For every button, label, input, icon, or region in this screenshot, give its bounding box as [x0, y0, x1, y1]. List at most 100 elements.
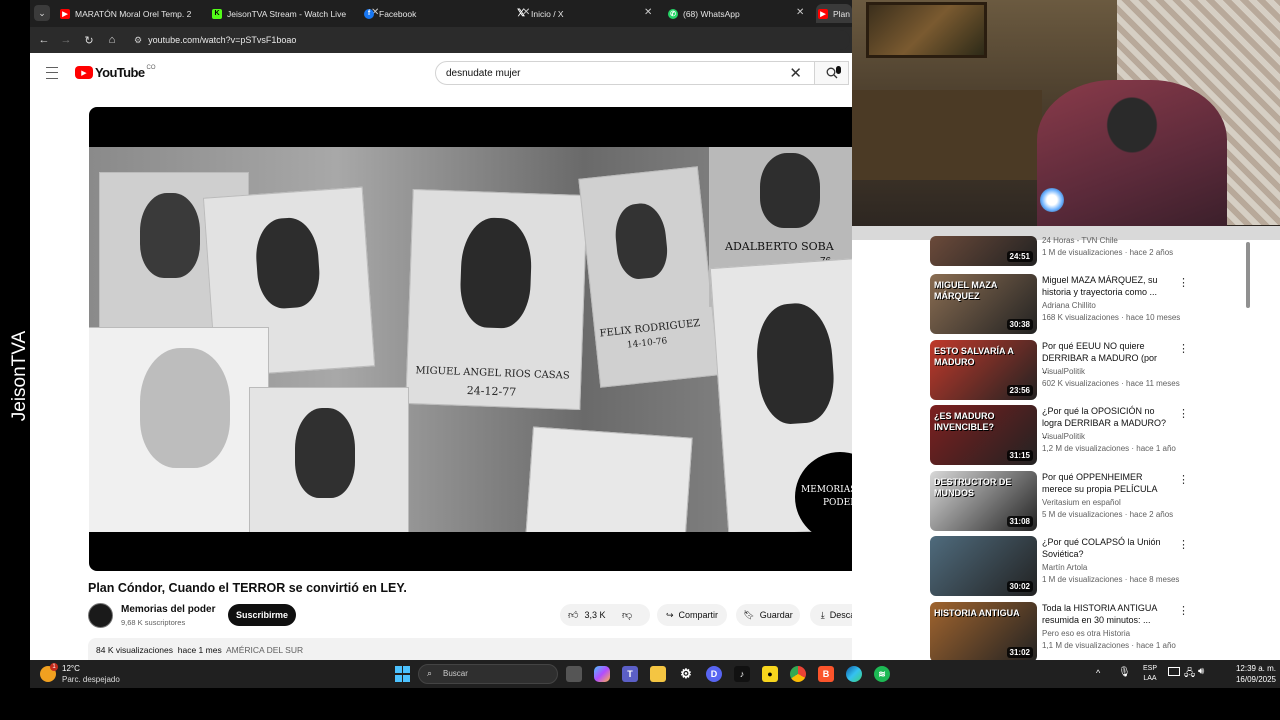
settings-icon[interactable]: ⚙	[678, 666, 694, 682]
streamer	[1037, 80, 1227, 230]
recommended-video[interactable]: 30:02 ¿Por qué COLAPSÓ la Unión Soviética…	[930, 536, 1190, 596]
address-bar[interactable]: ⚙ youtube.com/watch?v=pSTvsF1boao	[130, 30, 850, 50]
copilot-icon[interactable]	[594, 666, 610, 682]
video-duration: 30:02	[1006, 581, 1033, 592]
tab-jeisontva-stream[interactable]: K JeisonTVA Stream - Watch Live	[210, 4, 360, 23]
tab-facebook[interactable]: f Facebook	[362, 4, 512, 23]
task-view-icon[interactable]	[566, 666, 582, 682]
tab-x[interactable]: 𝕏 Inicio / X	[514, 4, 664, 23]
video-thumbnail[interactable]: DESTRUCTOR DE MUNDOS 31:08	[930, 471, 1037, 531]
dislike-button[interactable]: 👎︎	[622, 604, 632, 626]
windows-start-icon[interactable]	[394, 666, 410, 682]
channel-avatar[interactable]	[88, 603, 113, 628]
recommended-channel[interactable]: Veritasium en español	[1042, 498, 1121, 507]
reload-icon[interactable]: ↻	[81, 32, 97, 48]
recommended-video[interactable]: HISTORIA ANTIGUA 31:02 Toda la HISTORIA AN…	[930, 602, 1190, 662]
taskbar-search-box[interactable]: ⌕ Buscar	[418, 664, 558, 684]
search-icon: ⌕	[427, 668, 433, 678]
recommended-video[interactable]: ¿ES MADURO INVENCIBLE? 31:15 ¿Por qué la O…	[930, 405, 1190, 465]
forward-arrow-icon[interactable]: →	[58, 32, 74, 48]
wall-painting	[866, 2, 987, 58]
more-options-icon[interactable]: ⋮	[1178, 538, 1189, 551]
tab-whatsapp[interactable]: ✆ (68) WhatsApp	[666, 4, 816, 23]
site-info-icon[interactable]: ⚙	[134, 35, 142, 46]
subscribe-button[interactable]: Suscribirme	[228, 604, 296, 626]
video-thumbnail[interactable]: HISTORIA ANTIGUA 31:02	[930, 602, 1037, 662]
tab-plan-condor[interactable]: ▶ Plan	[816, 4, 852, 23]
video-player[interactable]: MIGUEL ANGEL RIOS CASAS 24-12-77 FELIX R…	[89, 107, 852, 571]
video-tag[interactable]: AMÉRICA DEL SUR	[226, 645, 303, 655]
share-button[interactable]: ↪ Compartir	[657, 604, 727, 626]
youtube-icon: ▶	[60, 8, 70, 19]
recommended-channel[interactable]: VisualPolitik	[1042, 367, 1085, 376]
recommended-channel[interactable]: Adriana Chillito	[1042, 301, 1096, 310]
tray-overflow-icon[interactable]: ^	[1096, 668, 1100, 678]
recommended-channel[interactable]: 24 Horas - TVN Chile	[1042, 236, 1118, 245]
recommended-video-title[interactable]: Toda la HISTORIA ANTIGUA resumida en 30 …	[1042, 602, 1167, 626]
recommended-video[interactable]: ESTO SALVARÍA A MADURO 23:56 Por qué EEUU …	[930, 340, 1190, 400]
recommended-video-title[interactable]: Por qué OPPENHEIMER merece su propia PEL…	[1042, 471, 1167, 495]
desk-lamp	[1040, 188, 1064, 212]
teams-icon[interactable]: T	[622, 666, 638, 682]
recommended-meta: 1 M de visualizaciones · hace 8 meses	[1042, 575, 1180, 584]
thumbnail-text: HISTORIA ANTIGUA	[934, 608, 1020, 618]
download-button[interactable]: ⤓ Descargar	[810, 604, 852, 626]
file-explorer-icon[interactable]	[650, 666, 666, 682]
more-options-icon[interactable]: ⋮	[1178, 473, 1189, 486]
video-thumbnail[interactable]: MIGUEL MAZA MÁRQUEZ 30:38	[930, 274, 1037, 334]
more-options-icon[interactable]: ⋮	[1178, 407, 1189, 420]
more-options-icon[interactable]: ⋮	[1178, 604, 1189, 617]
recommended-meta: 1,2 M de visualizaciones · hace 1 año	[1042, 444, 1176, 453]
spotify-icon[interactable]: ≋	[874, 666, 890, 682]
more-options-icon[interactable]: ⋮	[1178, 342, 1189, 355]
recommended-video[interactable]: DESTRUCTOR DE MUNDOS 31:08 Por qué OPPENHE…	[930, 471, 1190, 531]
language-indicator[interactable]: ESP LAA	[1138, 664, 1162, 684]
sidebar-scrollbar[interactable]	[1246, 242, 1250, 308]
home-icon[interactable]: ⌂	[104, 32, 120, 48]
volume-icon[interactable]: 🔊︎	[1198, 666, 1204, 677]
search-button[interactable]	[815, 61, 849, 85]
search-input[interactable]: desnudate mujer ✕	[435, 61, 815, 85]
display-icon[interactable]	[1168, 667, 1180, 676]
channel-name[interactable]: Memorias del poder	[121, 604, 215, 615]
clear-search-icon[interactable]: ✕	[789, 64, 802, 82]
discord-icon[interactable]: D	[706, 666, 722, 682]
network-icon[interactable]: 🖧︎	[1184, 666, 1195, 683]
back-arrow-icon[interactable]: ←	[36, 32, 52, 48]
tab-label: Plan	[833, 8, 851, 19]
menu-icon[interactable]	[46, 67, 58, 79]
video-thumbnail[interactable]: ESTO SALVARÍA A MADURO 23:56	[930, 340, 1037, 400]
recommended-channel[interactable]: Martín Artola	[1042, 563, 1087, 572]
weather-widget[interactable]: 1 12°C Parc. despejado	[40, 663, 140, 685]
video-thumbnail[interactable]: ¿ES MADURO INVENCIBLE? 31:15	[930, 405, 1037, 465]
recommended-video[interactable]: 24:51 24 Horas - TVN Chile 1 M de visualiz…	[930, 236, 1190, 266]
recommended-channel[interactable]: VisualPolitik	[1042, 432, 1085, 441]
edge-icon[interactable]	[846, 666, 862, 682]
clock[interactable]: 12:39 a. m. 16/09/2025	[1214, 663, 1276, 685]
recommended-channel[interactable]: Pero eso es otra Historia	[1042, 629, 1130, 638]
more-options-icon[interactable]: ⋮	[1178, 276, 1189, 289]
tab-moral-orel[interactable]: ▶ MARATÓN Moral Orel Temp. 2	[58, 4, 208, 23]
like-button[interactable]: 👍︎ 3,3 K	[568, 604, 605, 626]
youtube-header: ▶ YouTube CO desnudate mujer ✕	[30, 53, 852, 93]
close-tab-icon[interactable]: ✕	[796, 7, 804, 18]
youtube-logo[interactable]: ▶ YouTube CO	[75, 65, 155, 80]
obs-app-icon[interactable]: ●	[762, 666, 778, 682]
save-button[interactable]: 🔖︎ Guardar	[736, 604, 800, 626]
video-thumbnail[interactable]: 24:51	[930, 236, 1037, 266]
memorial-photo	[525, 426, 693, 532]
kick-icon: K	[212, 8, 222, 19]
microphone-tray-icon[interactable]: 🎙︎	[1118, 667, 1131, 678]
recommended-video[interactable]: MIGUEL MAZA MÁRQUEZ 30:38 Miguel MAZA MÁRQ…	[930, 274, 1190, 334]
webcam-overlay	[852, 0, 1280, 240]
brave-icon[interactable]: B	[818, 666, 834, 682]
recommended-video-title[interactable]: Miguel MAZA MÁRQUEZ, su historia y traye…	[1042, 274, 1167, 298]
chrome-icon[interactable]	[790, 666, 806, 682]
video-thumbnail[interactable]: 30:02	[930, 536, 1037, 596]
close-tab-icon[interactable]: ✕	[644, 7, 652, 18]
microphone-icon[interactable]	[836, 66, 841, 74]
tiktok-icon[interactable]: ♪	[734, 666, 750, 682]
description-box[interactable]: 84 K visualizaciones hace 1 mes AMÉRICA …	[88, 638, 852, 660]
tab-search-button[interactable]: ⌄	[34, 5, 50, 21]
recommended-video-title[interactable]: ¿Por qué COLAPSÓ la Unión Soviética?	[1042, 536, 1167, 560]
